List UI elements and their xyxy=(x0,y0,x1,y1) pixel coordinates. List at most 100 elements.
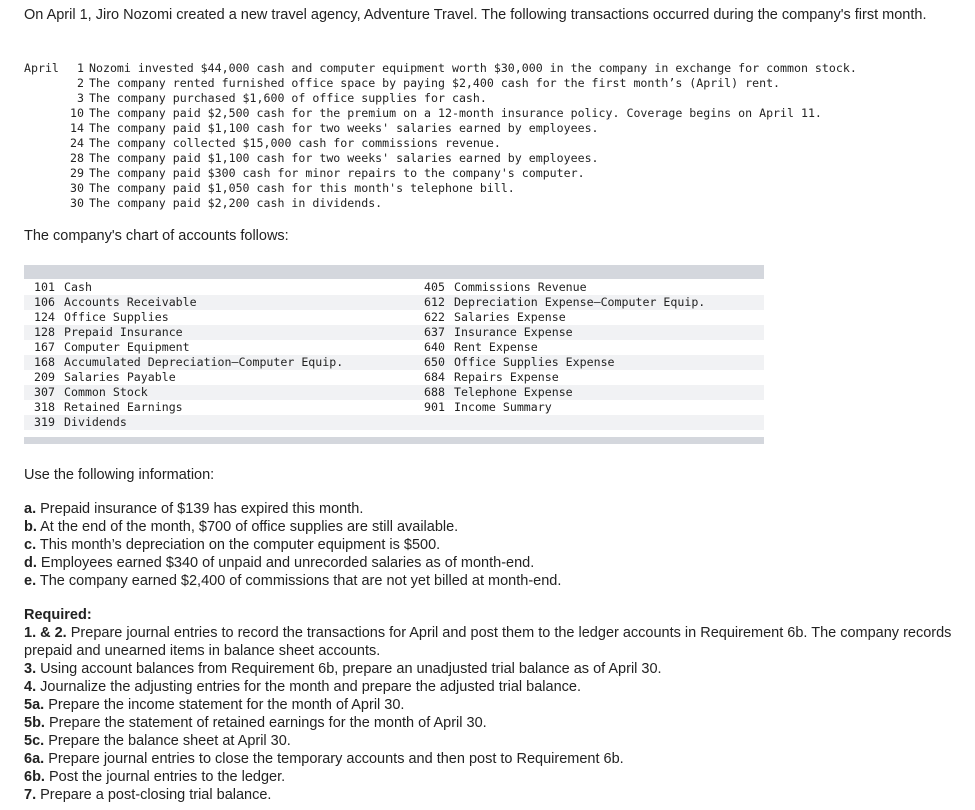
item-text: The company earned $2,400 of commissions… xyxy=(39,573,562,589)
list-item: 3. Using account balances from Requireme… xyxy=(24,660,954,678)
list-item: 5c. Prepare the balance sheet at April 3… xyxy=(24,732,954,750)
account-name: Rent Expense xyxy=(454,340,538,354)
account-name: Office Supplies xyxy=(64,310,169,324)
item-text: Prepare the statement of retained earnin… xyxy=(48,715,487,731)
item-label: b. xyxy=(24,519,37,535)
item-text: Prepaid insurance of $139 has expired th… xyxy=(40,501,364,517)
account-name: Commissions Revenue xyxy=(454,280,587,294)
transaction-row: 3 The company purchased $1,600 of office … xyxy=(24,91,857,106)
item-label: d. xyxy=(24,555,37,571)
transaction-text: The company rented furnished office spac… xyxy=(89,76,781,90)
table-row: 319 Dividends xyxy=(24,415,764,430)
item-text: Post the journal entries to the ledger. xyxy=(48,769,286,785)
transaction-day: 28 xyxy=(70,151,84,165)
transaction-day: 29 xyxy=(70,166,84,180)
item-label: 4. xyxy=(24,679,37,695)
account-number: 319 xyxy=(34,415,55,429)
transaction-day: 14 xyxy=(70,121,84,135)
table-row: 167 Computer Equipment 640 Rent Expense xyxy=(24,340,764,355)
item-label: 6b. xyxy=(24,769,45,785)
list-item: 6a. Prepare journal entries to close the… xyxy=(24,750,954,768)
item-label: 1. & 2. xyxy=(24,625,67,641)
account-name: Accumulated Depreciation—Computer Equip. xyxy=(64,355,344,369)
transaction-text: The company paid $300 cash for minor rep… xyxy=(89,166,585,180)
account-number: 622 xyxy=(424,310,445,324)
transaction-month: April xyxy=(24,61,59,75)
account-number: 318 xyxy=(34,400,55,414)
account-name: Salaries Payable xyxy=(64,370,176,384)
item-label: 6a. xyxy=(24,751,45,767)
account-number: 167 xyxy=(34,340,55,354)
list-item: e. The company earned $2,400 of commissi… xyxy=(24,572,561,590)
table-row: 128 Prepaid Insurance 637 Insurance Expens… xyxy=(24,325,764,340)
list-item: 5a. Prepare the income statement for the… xyxy=(24,696,954,714)
chart-of-accounts-heading: The company's chart of accounts follows: xyxy=(24,228,289,244)
item-label: 5c. xyxy=(24,733,45,749)
item-label: 3. xyxy=(24,661,37,677)
account-number: 106 xyxy=(34,295,55,309)
table-row: 106 Accounts Receivable 612 Depreciation E… xyxy=(24,295,764,310)
account-name: Salaries Expense xyxy=(454,310,566,324)
list-item: 6b. Post the journal entries to the ledg… xyxy=(24,768,954,786)
item-text: Prepare the income statement for the mon… xyxy=(48,697,405,713)
list-item: b. At the end of the month, $700 of offi… xyxy=(24,518,561,536)
transaction-row: 14 The company paid $1,100 cash for two w… xyxy=(24,121,857,136)
transaction-row: 30 The company paid $2,200 cash in divide… xyxy=(24,196,857,211)
account-number: 650 xyxy=(424,355,445,369)
item-text: Prepare a post-closing trial balance. xyxy=(40,787,272,803)
list-item: c. This month’s depreciation on the comp… xyxy=(24,536,561,554)
table-row: 209 Salaries Payable 684 Repairs Expense xyxy=(24,370,764,385)
info-list: a. Prepaid insurance of $139 has expired… xyxy=(24,500,561,590)
chart-of-accounts-table: 101 Cash 405 Commissions Revenue 106 Accoun… xyxy=(24,280,764,430)
item-text: Employees earned $340 of unpaid and unre… xyxy=(40,555,535,571)
account-number: 684 xyxy=(424,370,445,384)
transaction-row: 2 The company rented furnished office spa… xyxy=(24,76,857,91)
item-text: This month’s depreciation on the compute… xyxy=(39,537,441,553)
transaction-day: 10 xyxy=(70,106,84,120)
account-number: 101 xyxy=(34,280,55,294)
transaction-text: The company collected $15,000 cash for c… xyxy=(89,136,501,150)
transaction-text: Nozomi invested $44,000 cash and compute… xyxy=(89,61,857,75)
item-label: e. xyxy=(24,573,37,589)
transaction-day: 1 xyxy=(77,61,84,75)
account-number: 405 xyxy=(424,280,445,294)
account-number: 901 xyxy=(424,400,445,414)
account-number: 688 xyxy=(424,385,445,399)
item-label: c. xyxy=(24,537,37,553)
item-text: Journalize the adjusting entries for the… xyxy=(40,679,581,695)
intro-paragraph: On April 1, Jiro Nozomi created a new tr… xyxy=(24,7,927,23)
list-item: d. Employees earned $340 of unpaid and u… xyxy=(24,554,561,572)
transaction-day: 3 xyxy=(77,91,84,105)
transaction-row: 28 The company paid $1,100 cash for two w… xyxy=(24,151,857,166)
account-number: 168 xyxy=(34,355,55,369)
item-label: 5b. xyxy=(24,715,45,731)
account-name: Repairs Expense xyxy=(454,370,559,384)
account-number: 640 xyxy=(424,340,445,354)
table-row: 124 Office Supplies 622 Salaries Expense xyxy=(24,310,764,325)
transaction-text: The company paid $1,100 cash for two wee… xyxy=(89,121,599,135)
transaction-row: 29 The company paid $300 cash for minor r… xyxy=(24,166,857,181)
list-item: a. Prepaid insurance of $139 has expired… xyxy=(24,500,561,518)
list-item: 4. Journalize the adjusting entries for … xyxy=(24,678,954,696)
transaction-row: 30 The company paid $1,050 cash for this … xyxy=(24,181,857,196)
account-name: Computer Equipment xyxy=(64,340,190,354)
table-row: 318 Retained Earnings 901 Income Summary xyxy=(24,400,764,415)
transaction-day: 2 xyxy=(77,76,84,90)
info-heading: Use the following information: xyxy=(24,467,215,483)
required-section: Required: 1. & 2. Prepare journal entrie… xyxy=(24,606,954,804)
transaction-text: The company paid $1,050 cash for this mo… xyxy=(89,181,515,195)
transaction-day: 24 xyxy=(70,136,84,150)
account-name: Insurance Expense xyxy=(454,325,573,339)
account-name: Cash xyxy=(64,280,92,294)
required-title: Required: xyxy=(24,607,92,623)
transaction-day: 30 xyxy=(70,181,84,195)
account-number: 637 xyxy=(424,325,445,339)
transaction-text: The company paid $1,100 cash for two wee… xyxy=(89,151,599,165)
table-row: 168 Accumulated Depreciation—Computer Equ… xyxy=(24,355,764,370)
transaction-day: 30 xyxy=(70,196,84,210)
item-text: Prepare journal entries to close the tem… xyxy=(48,751,624,767)
account-name: Accounts Receivable xyxy=(64,295,197,309)
item-text: Prepare journal entries to record the tr… xyxy=(24,625,952,659)
account-number: 209 xyxy=(34,370,55,384)
account-name: Prepaid Insurance xyxy=(64,325,183,339)
